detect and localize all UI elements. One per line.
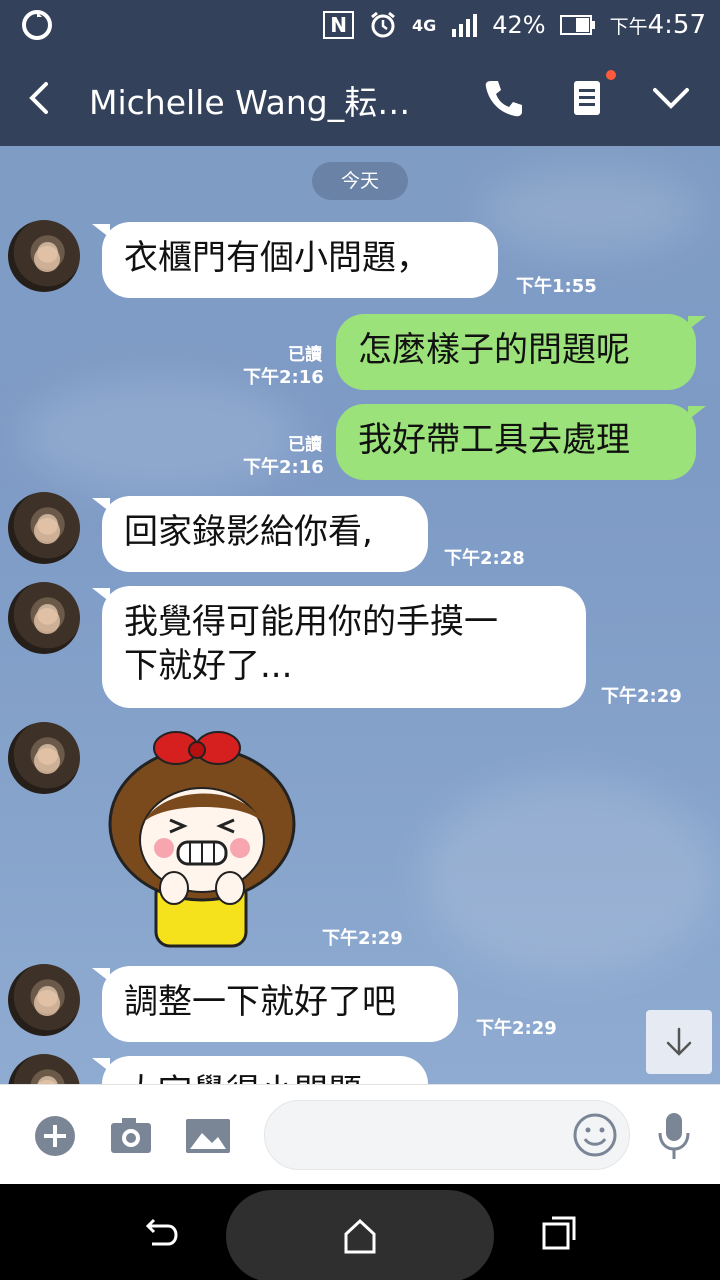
message-time: 下午2:28: [444, 548, 525, 569]
alarm-icon: [371, 11, 395, 38]
message-time: 下午2:29: [601, 686, 682, 707]
microphone-icon[interactable]: [652, 1111, 696, 1161]
date-chip: 今天: [312, 162, 408, 200]
avatar[interactable]: [8, 582, 80, 654]
message-input[interactable]: [264, 1100, 630, 1170]
message-bubble[interactable]: 我好帶工具去處理: [336, 404, 706, 480]
nfc-icon: N: [323, 11, 354, 39]
message-time: 下午2:29: [322, 928, 403, 949]
read-receipt: 已讀: [288, 435, 322, 455]
avatar[interactable]: [8, 964, 80, 1036]
message-bubble[interactable]: 怎麼樣子的問題呢: [336, 314, 706, 390]
sync-icon: [22, 10, 52, 40]
message-time: 下午1:55: [516, 276, 597, 297]
notification-dot: [606, 70, 616, 80]
plus-icon[interactable]: [32, 1113, 78, 1159]
message-time: 下午2:16: [243, 457, 324, 478]
message-text: 我好帶工具去處理: [358, 420, 630, 460]
chat-area[interactable]: 今天 衣櫃門有個小問題， 下午1:55 已讀 下午2:16 怎麼樣子的問題呢 已…: [0, 146, 720, 1084]
recent-apps-icon[interactable]: [540, 1214, 580, 1254]
clock-prefix: 下午: [609, 16, 648, 38]
message-bubble[interactable]: 我覺得可能用你的手摸一 下就好了...: [92, 586, 586, 708]
input-bar: [0, 1084, 720, 1184]
back-nav-icon[interactable]: [140, 1212, 180, 1252]
clock-time: 4:57: [647, 10, 706, 40]
background-cloud: [480, 166, 700, 256]
avatar[interactable]: [8, 220, 80, 292]
message-text-line: 我覺得可能用你的手摸一: [124, 602, 498, 642]
notes-icon[interactable]: [566, 77, 608, 119]
message-text: 回家錄影給你看,: [124, 512, 373, 552]
camera-icon[interactable]: [108, 1113, 154, 1159]
message-bubble[interactable]: 衣櫃門有個小問題，: [92, 222, 498, 298]
chat-title: Michelle Wang_耘安…: [89, 83, 439, 122]
clock: 下午4:57: [610, 10, 706, 40]
chevron-down-icon[interactable]: [650, 77, 692, 119]
arrow-down-icon: [666, 1027, 692, 1056]
avatar[interactable]: [8, 1054, 80, 1084]
system-nav-bar: [0, 1184, 720, 1280]
signal-icon: [452, 14, 478, 37]
status-bar: N 4G 42% 下午4:57: [0, 0, 720, 50]
message-text: 調整一下就好了吧: [124, 982, 396, 1022]
avatar[interactable]: [8, 722, 80, 794]
message-text: 大宇覺得小問題: [124, 1072, 362, 1084]
scroll-to-bottom-button[interactable]: [646, 1010, 712, 1074]
message-time: 下午2:29: [476, 1018, 557, 1039]
emoji-icon[interactable]: [571, 1111, 619, 1159]
message-time: 下午2:16: [243, 367, 324, 388]
message-bubble[interactable]: 回家錄影給你看,: [92, 496, 428, 572]
home-button[interactable]: [226, 1190, 494, 1280]
message-text: 衣櫃門有個小問題，: [124, 238, 430, 278]
read-receipt: 已讀: [288, 345, 322, 365]
home-icon: [344, 1218, 376, 1254]
background-cloud: [420, 776, 720, 976]
chat-header: Michelle Wang_耘安…: [0, 50, 720, 146]
message-text-line: 下就好了...: [124, 646, 293, 686]
image-icon[interactable]: [184, 1113, 232, 1159]
battery-percent: 42%: [492, 11, 546, 39]
message-text: 怎麼樣子的問題呢: [358, 330, 630, 370]
back-arrow-icon[interactable]: [22, 80, 58, 116]
message-bubble[interactable]: 調整一下就好了吧: [92, 966, 458, 1042]
avatar[interactable]: [8, 492, 80, 564]
girl-sticker[interactable]: [104, 728, 300, 950]
message-bubble[interactable]: 大宇覺得小問題: [92, 1056, 428, 1084]
network-type: 4G: [411, 15, 437, 35]
battery-icon: [559, 15, 595, 35]
phone-icon[interactable]: [482, 77, 524, 119]
